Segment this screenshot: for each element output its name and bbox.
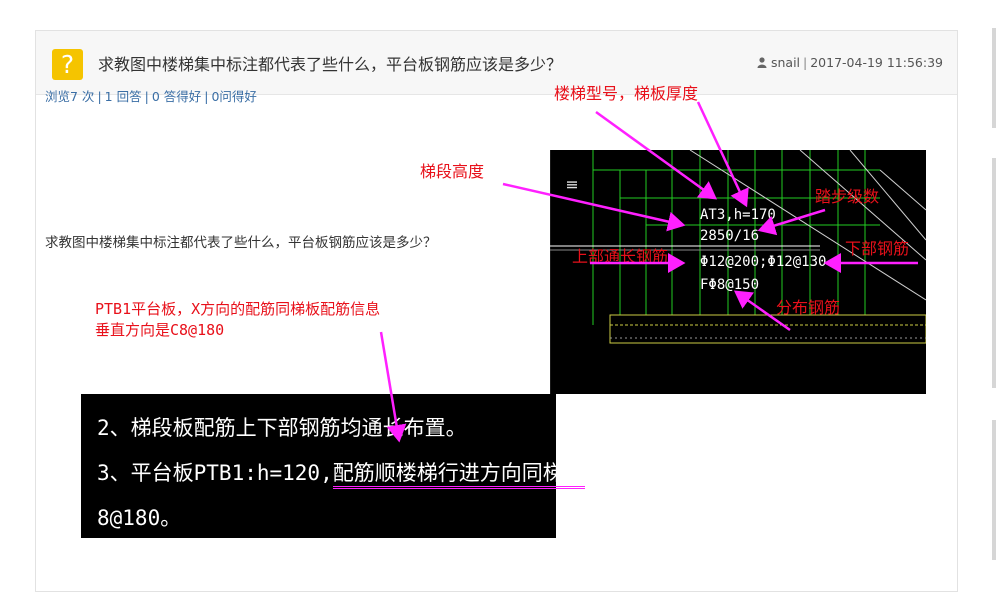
post-timestamp: 2017-04-19 11:56:39: [810, 55, 943, 70]
user-icon: [757, 55, 771, 70]
view-count: 浏览7 次: [45, 89, 95, 104]
annotation-bottom-rebar: 下部钢筋: [845, 239, 910, 258]
notes-image: 2、梯段板配筋上下部钢筋均通长布置。 3、平台板PTB1:h=120,配筋顺楼梯…: [81, 394, 681, 538]
annotation-ptb1-line-2: 垂直方向是C8@180: [95, 321, 225, 339]
side-panel-edge: [992, 420, 996, 560]
question-icon: ?: [52, 49, 83, 80]
good-question-count: 0问得好: [211, 89, 257, 104]
annotation-ptb1-line-1: PTB1平台板，X方向的配筋同梯板配筋信息: [95, 300, 381, 318]
cad-side-mark: Ⅲ: [563, 180, 579, 190]
annotation-step-count: 踏步级数: [815, 187, 880, 206]
note-line-2: 3、平台板PTB1:h=120,配筋顺楼梯行进方向同梯板垂直方向Φ: [97, 457, 681, 489]
question-stats: 浏览7 次 | 1 回答 | 0 答得好 | 0问得好: [45, 89, 257, 104]
side-panel-edge: [992, 28, 996, 128]
question-body: 求教图中楼梯集中标注都代表了些什么，平台板钢筋应该是多少？: [45, 235, 437, 251]
note-line-3: 8@180。: [97, 506, 182, 530]
good-answer-count: 0 答得好: [151, 89, 202, 104]
answer-count[interactable]: 1 回答: [105, 89, 142, 104]
cad-label-at3: AT3,h=170: [700, 207, 776, 223]
cad-label-height: 2850/16: [700, 228, 759, 244]
annotation-stair-type: 楼梯型号，梯板厚度: [554, 84, 699, 103]
annotation-segment-height: 梯段高度: [420, 162, 485, 181]
note-highlight: 配筋顺楼梯行进方向同梯板: [332, 461, 585, 489]
side-panel-edge: [992, 158, 996, 388]
annotation-distribution-rebar: 分布钢筋: [776, 298, 841, 317]
annotation-ptb1: PTB1平台板，X方向的配筋同梯板配筋信息 垂直方向是C8@180: [95, 299, 380, 341]
author-link[interactable]: snail: [771, 55, 800, 70]
note-line-1: 2、梯段板配筋上下部钢筋均通长布置。: [97, 416, 467, 440]
question-title: 求教图中楼梯集中标注都代表了些什么，平台板钢筋应该是多少？: [98, 55, 563, 74]
question-meta: snail | 2017-04-19 11:56:39: [757, 55, 943, 70]
cad-label-rebar: Φ12@200;Φ12@130: [700, 254, 826, 270]
annotation-top-rebar: 上部通长钢筋: [572, 247, 669, 266]
cad-label-distribution: FΦ8@150: [700, 277, 759, 293]
